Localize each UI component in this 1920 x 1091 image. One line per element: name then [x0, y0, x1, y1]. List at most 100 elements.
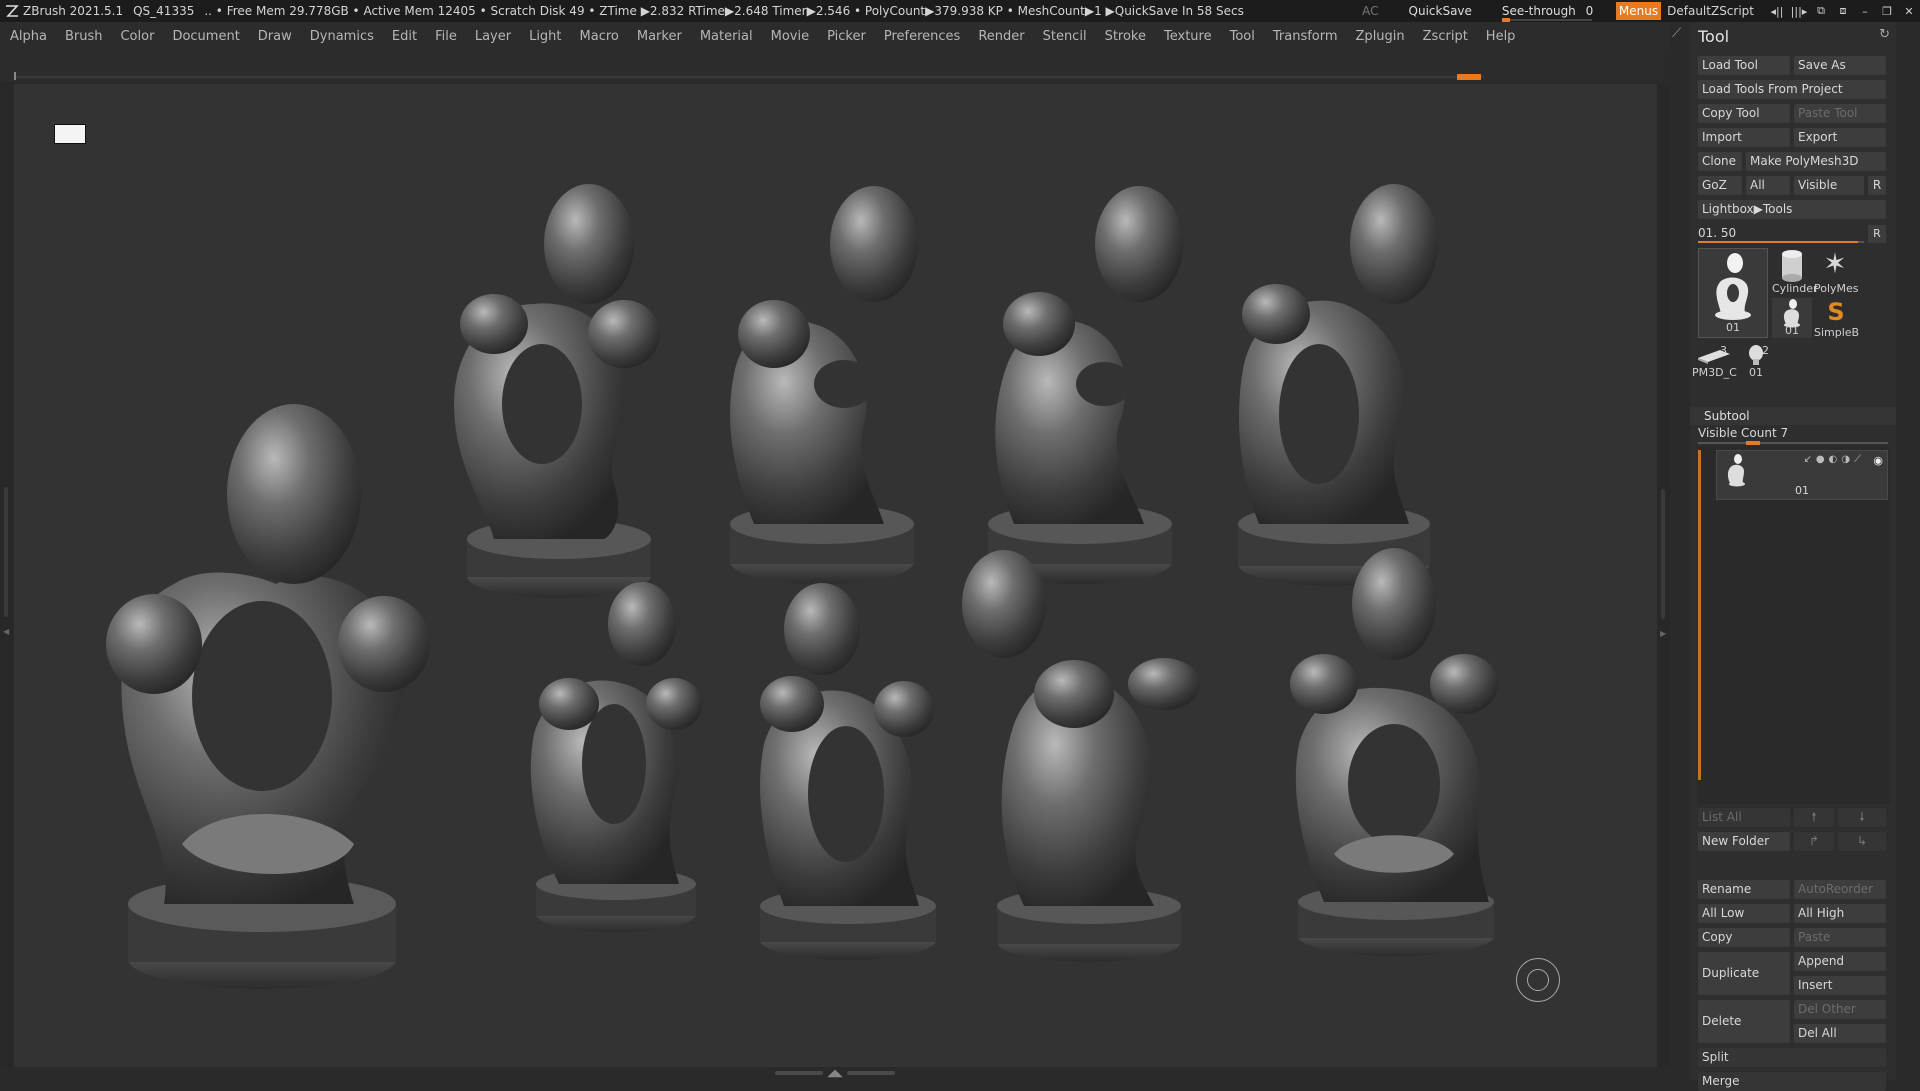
simplebrush-tool-thumbnail[interactable]: S SimpleB — [1814, 298, 1859, 339]
visible-count-slider[interactable]: Visible Count 7 — [1698, 426, 1888, 445]
bottom-tray-toggle-icon[interactable]: ◢◣ — [827, 1068, 842, 1079]
right-tray[interactable]: ▶ — [1657, 84, 1670, 1067]
arrow-down-icon[interactable]: 🠗 — [1838, 808, 1886, 827]
menu-macro[interactable]: Macro — [580, 29, 619, 44]
delete-button[interactable]: Delete — [1698, 1000, 1790, 1043]
quicksave-button[interactable]: QuickSave — [1409, 4, 1472, 18]
document-canvas[interactable] — [14, 84, 1657, 1067]
right-tray-expand-icon[interactable]: ▶ — [1660, 629, 1666, 638]
menus-toggle[interactable]: Menus — [1615, 2, 1662, 20]
menu-transform[interactable]: Transform — [1273, 29, 1338, 44]
goz-r-button[interactable]: R — [1868, 176, 1886, 195]
clone-button[interactable]: Clone — [1698, 152, 1742, 171]
goz-visible-button[interactable]: Visible — [1794, 176, 1864, 195]
subtool-item[interactable]: ↙●◐◑⟋ ◉ 01 — [1716, 450, 1888, 500]
maximize-icon[interactable]: ❐ — [1876, 5, 1898, 18]
menu-stencil[interactable]: Stencil — [1043, 29, 1087, 44]
ac-button[interactable]: AC — [1362, 4, 1378, 18]
menu-light[interactable]: Light — [529, 29, 561, 44]
menu-stroke[interactable]: Stroke — [1105, 29, 1146, 44]
pin-icon[interactable]: ⟋ — [1672, 26, 1681, 41]
menu-edit[interactable]: Edit — [392, 29, 417, 44]
export-button[interactable]: Export — [1794, 128, 1886, 147]
new-folder-button[interactable]: New Folder — [1698, 832, 1790, 851]
subtool-scrollbar[interactable] — [1698, 450, 1701, 780]
menu-movie[interactable]: Movie — [771, 29, 809, 44]
close-icon[interactable]: ✕ — [1898, 5, 1920, 18]
insert-button[interactable]: Insert — [1794, 976, 1886, 995]
menu-render[interactable]: Render — [978, 29, 1024, 44]
visible-count-handle[interactable] — [1746, 441, 1760, 445]
subtool-section-header[interactable]: Subtool — [1690, 407, 1896, 425]
save-as-button[interactable]: Save As — [1794, 56, 1886, 75]
copy-tool-button[interactable]: Copy Tool — [1698, 104, 1790, 123]
paste-subtool-button[interactable]: Paste — [1794, 928, 1886, 947]
menu-picker[interactable]: Picker — [827, 29, 866, 44]
menu-preferences[interactable]: Preferences — [884, 29, 960, 44]
bottom-tray-handle[interactable]: ◢◣ — [770, 1068, 900, 1079]
menu-document[interactable]: Document — [172, 29, 239, 44]
menu-file[interactable]: File — [435, 29, 457, 44]
tool-slider[interactable]: 01. 50 R — [1698, 225, 1886, 243]
menu-help[interactable]: Help — [1486, 29, 1516, 44]
menu-marker[interactable]: Marker — [637, 29, 682, 44]
subtool-toggle-icons[interactable]: ↙●◐◑⟋ — [1803, 454, 1865, 465]
duplicate-button[interactable]: Duplicate — [1698, 952, 1790, 995]
layout-arrows-icon[interactable]: ◂|| — [1766, 5, 1788, 18]
refresh-icon[interactable]: ↻ — [1879, 27, 1890, 42]
window-stack-icon[interactable]: ⧈ — [1832, 4, 1854, 18]
timeline-track[interactable] — [14, 72, 1484, 80]
append-button[interactable]: Append — [1794, 952, 1886, 971]
import-button[interactable]: Import — [1698, 128, 1790, 147]
all-low-button[interactable]: All Low — [1698, 904, 1790, 923]
menu-tool[interactable]: Tool — [1230, 29, 1255, 44]
del-other-button[interactable]: Del Other — [1794, 1000, 1886, 1019]
merge-button[interactable]: Merge — [1698, 1072, 1886, 1091]
del-all-button[interactable]: Del All — [1794, 1024, 1886, 1043]
rename-button[interactable]: Rename — [1698, 880, 1790, 899]
paste-tool-button[interactable]: Paste Tool — [1794, 104, 1886, 123]
split-button[interactable]: Split — [1698, 1048, 1886, 1067]
head-tool-thumbnail[interactable]: 2 01 — [1738, 344, 1774, 384]
menu-zscript[interactable]: Zscript — [1423, 29, 1468, 44]
cylinder-tool-thumbnail[interactable]: Cylinder — [1772, 248, 1818, 296]
move-up-icon[interactable]: ↱ — [1794, 832, 1834, 851]
window-restore-icon[interactable]: ⧉ — [1810, 4, 1832, 18]
tool-palette-header[interactable]: ⟋ Tool ↻ — [1672, 22, 1896, 50]
lightbox-tools-button[interactable]: Lightbox▶Tools — [1698, 200, 1886, 219]
menu-draw[interactable]: Draw — [258, 29, 292, 44]
navigation-gizmo-icon[interactable] — [1516, 958, 1560, 1002]
pm3d-tool-thumbnail[interactable]: 3 PM3D_C — [1692, 344, 1737, 384]
menu-color[interactable]: Color — [120, 29, 154, 44]
right-tray-handle[interactable] — [1661, 489, 1665, 619]
timeline-marker[interactable] — [1457, 74, 1481, 80]
layout-bars-icon[interactable]: |||▸ — [1788, 5, 1810, 18]
goz-button[interactable]: GoZ — [1698, 176, 1742, 195]
menu-alpha[interactable]: Alpha — [10, 29, 47, 44]
auto-reorder-button[interactable]: AutoReorder — [1794, 880, 1886, 899]
copy-subtool-button[interactable]: Copy — [1698, 928, 1790, 947]
menu-texture[interactable]: Texture — [1164, 29, 1212, 44]
menu-dynamics[interactable]: Dynamics — [310, 29, 374, 44]
left-tray-expand-icon[interactable]: ◀ — [3, 627, 9, 636]
list-all-button[interactable]: List All — [1698, 808, 1790, 827]
menu-brush[interactable]: Brush — [65, 29, 103, 44]
load-tool-button[interactable]: Load Tool — [1698, 56, 1790, 75]
arrow-up-icon[interactable]: 🠕 — [1794, 808, 1834, 827]
menu-zplugin[interactable]: Zplugin — [1356, 29, 1405, 44]
minimize-icon[interactable]: – — [1854, 5, 1876, 18]
make-polymesh3d-button[interactable]: Make PolyMesh3D — [1746, 152, 1886, 171]
eye-icon[interactable]: ◉ — [1873, 454, 1883, 467]
load-tools-from-project-button[interactable]: Load Tools From Project — [1698, 80, 1886, 99]
move-down-icon[interactable]: ↳ — [1838, 832, 1886, 851]
menu-layer[interactable]: Layer — [475, 29, 511, 44]
tool-slider-r-button[interactable]: R — [1868, 225, 1886, 243]
left-tray-handle[interactable] — [4, 487, 8, 617]
all-high-button[interactable]: All High — [1794, 904, 1886, 923]
default-zscript-button[interactable]: DefaultZScript — [1667, 4, 1754, 18]
current-tool-thumbnail[interactable]: 01 — [1698, 248, 1768, 338]
goz-all-button[interactable]: All — [1746, 176, 1790, 195]
left-tray[interactable]: ◀ — [0, 82, 14, 1067]
small-figure-tool-thumbnail[interactable]: 01 — [1772, 298, 1812, 338]
see-through-slider[interactable]: See-through 0 — [1501, 4, 1598, 22]
